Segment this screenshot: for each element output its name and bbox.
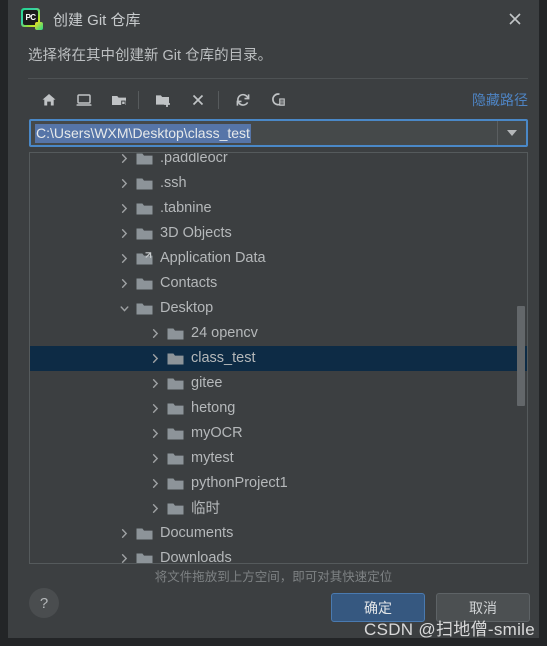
folder-icon bbox=[136, 202, 153, 216]
chevron-right-icon[interactable] bbox=[118, 552, 131, 563]
chevron-right-icon[interactable] bbox=[149, 352, 162, 365]
tree-row[interactable]: pythonProject1 bbox=[30, 471, 527, 496]
help-button[interactable]: ? bbox=[29, 588, 59, 618]
tree-row[interactable]: .tabnine bbox=[30, 196, 527, 221]
chevron-right-icon[interactable] bbox=[149, 402, 162, 415]
tree-row[interactable]: mytest bbox=[30, 446, 527, 471]
tree-row-label: 3D Objects bbox=[160, 224, 232, 241]
folder-icon bbox=[136, 227, 153, 241]
tree-row-label: Downloads bbox=[160, 549, 232, 564]
chevron-right-icon[interactable] bbox=[149, 327, 162, 340]
folder-icon bbox=[167, 352, 184, 366]
toolbar-divider-2 bbox=[218, 91, 219, 109]
home-icon[interactable] bbox=[36, 87, 62, 113]
cancel-button[interactable]: 取消 bbox=[436, 593, 530, 622]
folder-icon bbox=[167, 502, 184, 516]
tree-row-label: .paddleocr bbox=[160, 152, 228, 166]
chevron-right-icon[interactable] bbox=[118, 227, 131, 240]
tree-scrollbar[interactable] bbox=[515, 154, 526, 563]
refresh-icon[interactable] bbox=[230, 87, 256, 113]
folder-shortcut-icon bbox=[136, 251, 153, 266]
chevron-right-icon[interactable] bbox=[149, 452, 162, 465]
chevron-right-icon[interactable] bbox=[118, 153, 131, 165]
directory-tree[interactable]: .paddleocr .ssh .tabnine 3D Objects Applicat… bbox=[29, 152, 528, 564]
project-folder-icon[interactable] bbox=[106, 87, 132, 113]
tree-row[interactable]: 临时 bbox=[30, 496, 527, 521]
folder-icon bbox=[136, 302, 153, 316]
tree-row-label: Contacts bbox=[160, 274, 218, 291]
hide-path-link[interactable]: 隐藏路径 bbox=[472, 90, 528, 110]
folder-icon bbox=[167, 427, 184, 441]
tree-row[interactable]: 24 opencv bbox=[30, 321, 527, 346]
header-divider bbox=[28, 78, 528, 79]
tree-row[interactable]: .ssh bbox=[30, 171, 527, 196]
tree-row-label: .ssh bbox=[160, 174, 187, 191]
dialog-subtitle: 选择将在其中创建新 Git 仓库的目录。 bbox=[28, 48, 273, 64]
chevron-down-icon bbox=[507, 130, 517, 136]
tree-row-label: gitee bbox=[191, 374, 223, 391]
tree-row-label: pythonProject1 bbox=[191, 474, 288, 491]
chevron-right-icon[interactable] bbox=[118, 177, 131, 190]
tree-row-label: .tabnine bbox=[160, 199, 212, 216]
tree-row[interactable]: Contacts bbox=[30, 271, 527, 296]
toolbar-divider bbox=[138, 91, 139, 109]
chevron-right-icon[interactable] bbox=[118, 527, 131, 540]
folder-icon bbox=[136, 153, 153, 166]
screenshot-root: PC 创建 Git 仓库 选择将在其中创建新 Git 仓库的目录。 隐藏路径 C… bbox=[0, 0, 547, 646]
delete-icon[interactable] bbox=[185, 87, 211, 113]
tree-row[interactable]: .paddleocr bbox=[30, 152, 527, 171]
tree-row[interactable]: Application Data bbox=[30, 246, 527, 271]
tree-row-label: hetong bbox=[191, 399, 236, 416]
tree-row-label: class_test bbox=[191, 349, 256, 366]
tree-row-label: myOCR bbox=[191, 424, 243, 441]
tree-row[interactable]: 3D Objects bbox=[30, 221, 527, 246]
tree-row[interactable]: myOCR bbox=[30, 421, 527, 446]
folder-icon bbox=[136, 552, 153, 563]
path-input[interactable]: C:\Users\WXM\Desktop\class_test bbox=[31, 121, 497, 145]
chevron-down-icon[interactable] bbox=[118, 302, 131, 315]
close-icon[interactable] bbox=[503, 7, 527, 31]
new-folder-icon[interactable] bbox=[150, 87, 176, 113]
chevron-right-icon[interactable] bbox=[149, 502, 162, 515]
tree-row-label: 临时 bbox=[191, 501, 220, 517]
folder-icon bbox=[136, 177, 153, 191]
create-git-repository-dialog: PC 创建 Git 仓库 选择将在其中创建新 Git 仓库的目录。 隐藏路径 C… bbox=[8, 0, 539, 638]
desktop-icon[interactable] bbox=[71, 87, 97, 113]
pycharm-icon: PC bbox=[21, 8, 43, 30]
chevron-right-icon[interactable] bbox=[118, 252, 131, 265]
dialog-title: 创建 Git 仓库 bbox=[53, 12, 141, 29]
tree-row-label: Desktop bbox=[160, 299, 214, 316]
chevron-right-icon[interactable] bbox=[118, 202, 131, 215]
chevron-right-icon[interactable] bbox=[149, 427, 162, 440]
tree-row-label: 24 opencv bbox=[191, 324, 258, 341]
tree-row[interactable]: class_test bbox=[30, 346, 527, 371]
chevron-right-icon[interactable] bbox=[118, 277, 131, 290]
folder-icon bbox=[167, 452, 184, 466]
ok-button[interactable]: 确定 bbox=[331, 593, 425, 622]
folder-icon bbox=[136, 527, 153, 541]
folder-icon bbox=[136, 277, 153, 291]
tree-row[interactable]: hetong bbox=[30, 396, 527, 421]
drop-hint-text: 将文件拖放到上方空间，即可对其快速定位 bbox=[154, 570, 393, 584]
tree-row[interactable]: Downloads bbox=[30, 546, 527, 564]
tree-row-label: mytest bbox=[191, 449, 234, 466]
tree-row[interactable]: Documents bbox=[30, 521, 527, 546]
path-input-value: C:\Users\WXM\Desktop\class_test bbox=[35, 123, 251, 143]
path-field[interactable]: C:\Users\WXM\Desktop\class_test bbox=[29, 119, 528, 147]
folder-icon bbox=[167, 402, 184, 416]
show-hidden-icon[interactable] bbox=[265, 87, 291, 113]
chevron-right-icon[interactable] bbox=[149, 477, 162, 490]
file-chooser-toolbar: 隐藏路径 bbox=[28, 84, 528, 116]
tree-row-label: Documents bbox=[160, 524, 234, 541]
chevron-right-icon[interactable] bbox=[149, 377, 162, 390]
folder-icon bbox=[167, 477, 184, 491]
tree-row[interactable]: gitee bbox=[30, 371, 527, 396]
tree-row-label: Application Data bbox=[160, 249, 266, 266]
folder-icon bbox=[167, 377, 184, 391]
tree-scrollbar-thumb[interactable] bbox=[517, 306, 525, 406]
dialog-titlebar: PC 创建 Git 仓库 bbox=[8, 0, 539, 38]
path-dropdown-button[interactable] bbox=[497, 121, 526, 145]
folder-icon bbox=[167, 327, 184, 341]
tree-row[interactable]: Desktop bbox=[30, 296, 527, 321]
